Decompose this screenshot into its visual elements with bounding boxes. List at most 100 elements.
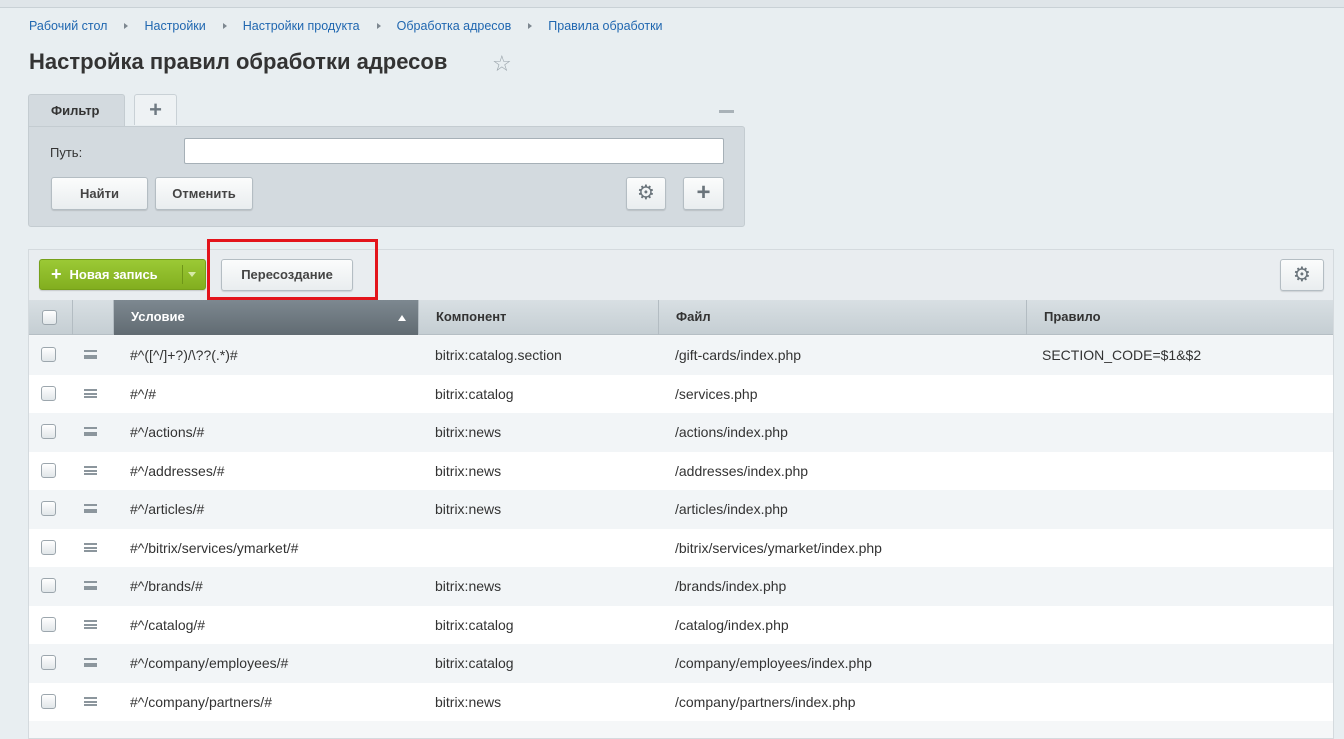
sort-asc-icon <box>398 315 406 321</box>
drag-handle-icon[interactable] <box>84 388 97 398</box>
column-header-rule[interactable]: Правило <box>1027 300 1333 335</box>
breadcrumb-arrow-icon <box>376 23 381 29</box>
star-icon[interactable]: ☆ <box>492 52 512 76</box>
header-drag-cell <box>73 300 114 335</box>
grid-settings-button[interactable]: ⚙ <box>1280 259 1324 291</box>
cell-file: /services.php <box>675 385 758 402</box>
drag-handle-icon[interactable] <box>84 658 97 667</box>
drag-handle-icon[interactable] <box>84 542 97 552</box>
column-header-file[interactable]: Файл <box>659 300 1027 335</box>
breadcrumb-arrow-icon <box>124 23 129 29</box>
cell-file: /catalog/index.php <box>675 616 789 633</box>
row-checkbox[interactable] <box>41 578 56 593</box>
path-input[interactable] <box>184 138 724 164</box>
cell-component: bitrix:news <box>435 578 502 594</box>
cell-condition: #^/company/employees/# <box>130 655 289 671</box>
cell-component: bitrix:news <box>435 462 502 479</box>
new-record-label: Новая запись <box>69 267 158 282</box>
cell-file: /actions/index.php <box>675 424 788 440</box>
page-title: Настройка правил обработки адресов <box>29 49 448 74</box>
filter-settings-button[interactable]: ⚙ <box>626 177 666 210</box>
row-checkbox[interactable] <box>41 693 56 709</box>
cell-file: /addresses/index.php <box>675 462 809 479</box>
drag-handle-icon[interactable] <box>84 696 97 706</box>
breadcrumb-settings[interactable]: Настройки <box>144 19 205 33</box>
column-header-rule-label: Правило <box>1044 309 1101 324</box>
row-checkbox[interactable] <box>41 385 56 401</box>
cancel-button[interactable]: Отменить <box>155 177 253 210</box>
plus-icon: + <box>149 97 162 122</box>
table-row[interactable]: #^/company/employees/# bitrix:catalog/com… <box>29 644 1333 683</box>
minimize-icon[interactable] <box>719 110 734 113</box>
cell-file: /brands/index.php <box>675 578 787 594</box>
select-all-checkbox[interactable] <box>42 310 57 325</box>
breadcrumb-address-processing[interactable]: Обработка адресов <box>397 19 512 33</box>
table-row[interactable]: #^/brands/# bitrix:news/brands/index.php <box>29 567 1333 606</box>
cell-component: bitrix:catalog <box>435 655 514 671</box>
find-button[interactable]: Найти <box>51 177 148 210</box>
cell-component: bitrix:catalog.section <box>435 347 562 363</box>
rules-grid: + Новая запись Пересоздание ⚙ Условие Ком… <box>28 249 1334 739</box>
table-row[interactable]: #^/actions/# bitrix:news/actions/index.ph… <box>29 413 1333 452</box>
breadcrumb-arrow-icon <box>528 23 533 29</box>
column-header-condition[interactable]: Условие <box>114 300 419 335</box>
drag-handle-icon[interactable] <box>84 504 97 513</box>
table-row[interactable]: #^/articles/# bitrix:news/articles/index.… <box>29 490 1333 529</box>
cell-component: bitrix:catalog <box>435 616 514 633</box>
filter-tab[interactable]: Фильтр <box>28 94 125 127</box>
cell-component: bitrix:news <box>435 501 502 517</box>
table-row[interactable]: #^/company/partners/# bitrix:news/company… <box>29 682 1333 721</box>
drag-handle-icon[interactable] <box>84 619 97 629</box>
table-row[interactable]: #^([^/]+?)/\??(.*)# bitrix:catalog.sectio… <box>29 336 1333 375</box>
drag-handle-icon[interactable] <box>84 427 97 436</box>
table-row[interactable]: #^/catalog/# bitrix:catalog/catalog/index… <box>29 605 1333 644</box>
window-top-border <box>0 0 1344 8</box>
filter-add-field-button[interactable]: + <box>683 177 724 210</box>
cell-file: /company/partners/index.php <box>675 693 856 710</box>
path-label: Путь: <box>50 145 83 160</box>
cell-rule: SECTION_CODE=$1&$2 <box>1042 347 1202 363</box>
row-checkbox[interactable] <box>41 424 56 439</box>
cell-component: bitrix:news <box>435 424 502 440</box>
cell-condition: #^/brands/# <box>130 578 203 594</box>
header-checkbox-cell <box>29 300 73 335</box>
row-checkbox[interactable] <box>41 347 56 362</box>
gear-icon: ⚙ <box>1293 264 1311 286</box>
breadcrumb: Рабочий стол Настройки Настройки продукт… <box>29 18 663 34</box>
row-checkbox[interactable] <box>41 539 56 555</box>
add-filter-tab-button[interactable]: + <box>134 94 177 125</box>
plus-icon: + <box>51 264 62 284</box>
cell-file: /gift-cards/index.php <box>675 347 802 363</box>
plus-icon: + <box>696 179 711 206</box>
cell-condition: #^([^/]+?)/\??(.*)# <box>130 347 238 363</box>
dropdown-arrow-icon[interactable] <box>188 272 196 277</box>
cell-file: /company/employees/index.php <box>675 655 872 671</box>
column-header-component[interactable]: Компонент <box>419 300 659 335</box>
table-header: Условие Компонент Файл Правило <box>29 300 1333 335</box>
column-header-component-label: Компонент <box>436 309 507 324</box>
cell-condition: #^/# <box>130 385 157 402</box>
column-header-condition-label: Условие <box>131 309 185 324</box>
cell-condition: #^/addresses/# <box>130 462 225 479</box>
button-divider <box>182 265 183 284</box>
cell-component: bitrix:catalog <box>435 385 514 402</box>
table-row[interactable]: #^/addresses/# bitrix:news/addresses/inde… <box>29 451 1333 490</box>
breadcrumb-desktop[interactable]: Рабочий стол <box>29 19 107 33</box>
drag-handle-icon[interactable] <box>84 350 97 359</box>
cell-condition: #^/bitrix/services/ymarket/# <box>130 539 299 556</box>
row-checkbox[interactable] <box>41 501 56 516</box>
column-header-file-label: Файл <box>676 309 711 324</box>
table-row[interactable]: #^/# bitrix:catalog/services.php <box>29 374 1333 413</box>
cell-condition: #^/company/partners/# <box>130 693 272 710</box>
new-record-button[interactable]: + Новая запись <box>39 259 206 290</box>
drag-handle-icon[interactable] <box>84 465 97 475</box>
breadcrumb-product-settings[interactable]: Настройки продукта <box>243 19 360 33</box>
row-checkbox[interactable] <box>41 616 56 632</box>
cell-file: /articles/index.php <box>675 501 788 517</box>
drag-handle-icon[interactable] <box>84 581 97 590</box>
cell-condition: #^/actions/# <box>130 424 205 440</box>
breadcrumb-processing-rules[interactable]: Правила обработки <box>548 19 662 33</box>
row-checkbox[interactable] <box>41 462 56 478</box>
table-row[interactable]: #^/bitrix/services/ymarket/# /bitrix/serv… <box>29 528 1333 567</box>
row-checkbox[interactable] <box>41 655 56 670</box>
